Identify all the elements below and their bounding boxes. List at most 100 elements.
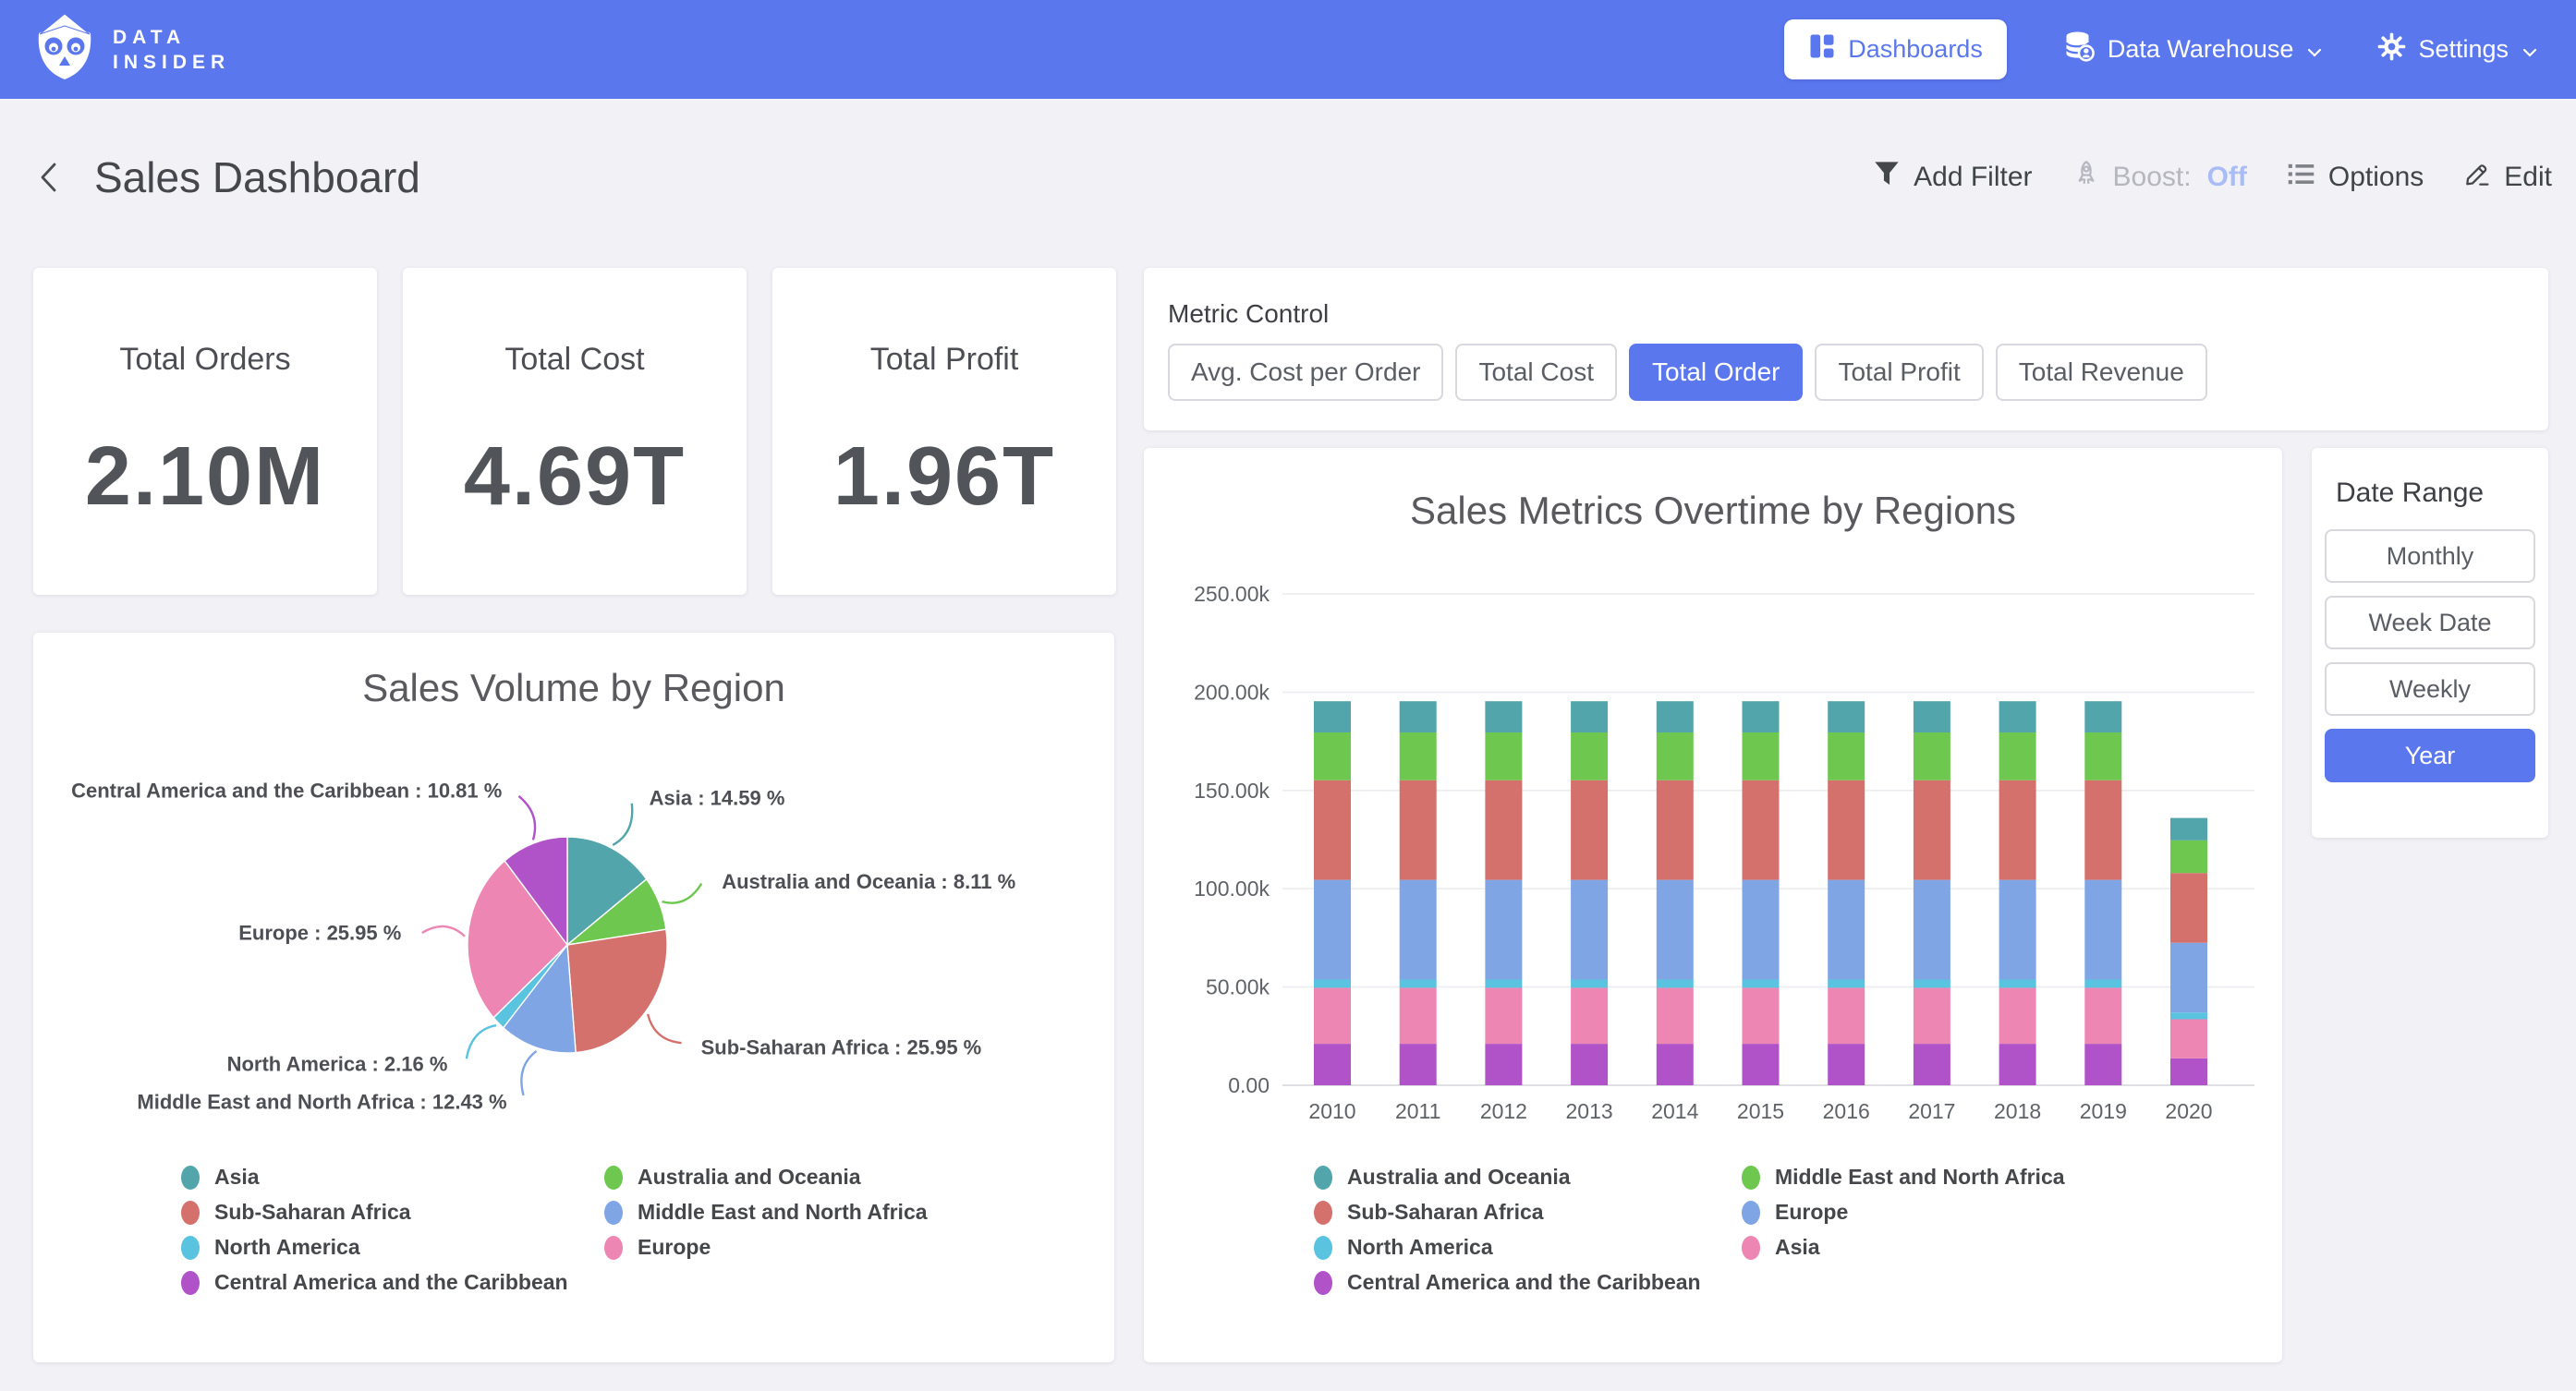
pie-legend-north-america[interactable]: North America [181, 1237, 604, 1258]
metric-option-total-revenue[interactable]: Total Revenue [1996, 344, 2207, 401]
y-axis-tick-label: 100.00k [1194, 877, 1270, 901]
kpi-label: Total Profit [772, 342, 1116, 378]
bar-legend-north-america[interactable]: North America [1314, 1237, 1742, 1258]
bar-2016-europe [1828, 880, 1865, 980]
bar-legend-central-america-and-the-caribbean[interactable]: Central America and the Caribbean [1314, 1272, 1742, 1293]
add-filter-button[interactable]: Add Filter [1872, 159, 2032, 196]
options-button[interactable]: Options [2286, 159, 2424, 197]
pie-legend-australia-and-oceania[interactable]: Australia and Oceania [604, 1167, 928, 1188]
bar-2020-australia-and-oceania [2170, 818, 2207, 841]
bar-2013-australia-and-oceania [1571, 701, 1608, 732]
legend-label: Asia [1775, 1235, 1820, 1260]
date-range-option-week-date[interactable]: Week Date [2325, 596, 2535, 649]
bar-2017-australia-and-oceania [1914, 701, 1950, 732]
kpi-value: 2.10M [33, 429, 377, 525]
date-range-option-monthly[interactable]: Monthly [2325, 529, 2535, 583]
bar-2015-asia [1743, 987, 1780, 1044]
rocket-icon [2072, 159, 2101, 196]
page: DATA INSIDER Dashboards [0, 0, 2576, 1391]
pie-slice-label: Sub-Saharan Africa : 25.95 % [701, 1036, 982, 1059]
bar-2016-australia-and-oceania [1828, 701, 1865, 732]
kpi-label: Total Orders [33, 342, 377, 378]
app-logo[interactable]: DATA INSIDER [33, 12, 230, 87]
bar-2017-central-america-and-the-caribbean [1914, 1044, 1950, 1085]
date-range-buttons: Monthly Week Date Weekly Year [2325, 529, 2535, 782]
bar-2013-asia [1571, 987, 1608, 1044]
legend-label: Sub-Saharan Africa [1347, 1200, 1544, 1225]
bar-2015-north-america [1743, 980, 1780, 988]
bar-2018-australia-and-oceania [1999, 701, 2036, 732]
kpi-card-total-orders: Total Orders 2.10M [33, 268, 377, 595]
pie-legend-sub-saharan-africa[interactable]: Sub-Saharan Africa [181, 1202, 604, 1223]
pie-legend-asia[interactable]: Asia [181, 1167, 604, 1188]
toolbar-actions: Add Filter Boost: Off [1872, 159, 2552, 197]
dashboard-icon [1808, 32, 1836, 67]
bar-legend-middle-east-and-north-africa[interactable]: Middle East and North Africa [1742, 1167, 2065, 1188]
pie-chart-title: Sales Volume by Region [33, 666, 1114, 710]
pie-label-leader-line [422, 926, 465, 937]
filter-icon [1872, 159, 1902, 196]
nav-data-warehouse[interactable]: Data Warehouse [2062, 30, 2323, 69]
bar-2017-sub-saharan-africa [1914, 780, 1950, 880]
back-button[interactable] [37, 157, 68, 198]
bar-legend-europe[interactable]: Europe [1742, 1202, 2065, 1223]
pie-chart-card: Sales Volume by Region Asia : 14.59 %Aus… [33, 633, 1114, 1362]
bar-2013-central-america-and-the-caribbean [1571, 1044, 1608, 1085]
nav-settings[interactable]: Settings [2377, 32, 2537, 67]
chevron-down-icon [2522, 35, 2537, 64]
metric-option-avg-cost-per-order[interactable]: Avg. Cost per Order [1168, 344, 1443, 401]
pie-slice-label: Australia and Oceania : 8.11 % [722, 870, 1015, 893]
bar-2019-asia [2084, 987, 2121, 1044]
kpi-value: 4.69T [403, 429, 747, 525]
bar-2019-sub-saharan-africa [2084, 780, 2121, 880]
bar-2010-australia-and-oceania [1314, 701, 1351, 732]
pie-legend-middle-east-and-north-africa[interactable]: Middle East and North Africa [604, 1202, 928, 1223]
metric-control-title: Metric Control [1168, 299, 2524, 329]
bar-2014-asia [1657, 987, 1694, 1044]
page-toolbar: Sales Dashboard Add Filter [0, 99, 2576, 256]
bar-2012-australia-and-oceania [1485, 701, 1522, 732]
x-axis-tick-label: 2011 [1395, 1099, 1440, 1123]
legend-label: Europe [1775, 1200, 1848, 1225]
legend-label: Central America and the Caribbean [214, 1270, 568, 1295]
bar-2016-north-america [1828, 980, 1865, 988]
pie-slice-label: Central America and the Caribbean : 10.8… [71, 779, 502, 802]
x-axis-tick-label: 2019 [2080, 1099, 2127, 1123]
bar-2014-north-america [1657, 980, 1694, 988]
x-axis-tick-label: 2020 [2165, 1099, 2212, 1123]
bar-2012-sub-saharan-africa [1485, 780, 1522, 880]
metric-option-total-profit[interactable]: Total Profit [1815, 344, 1983, 401]
pie-legend-central-america-and-the-caribbean[interactable]: Central America and the Caribbean [181, 1272, 604, 1293]
bar-2013-europe [1571, 880, 1608, 980]
pie-legend-europe[interactable]: Europe [604, 1237, 928, 1258]
metric-option-total-order[interactable]: Total Order [1629, 344, 1804, 401]
bar-chart-title: Sales Metrics Overtime by Regions [1144, 489, 2282, 533]
bar-chart-legend: Australia and Oceania Sub-Saharan Africa N… [1314, 1167, 2065, 1293]
bar-2015-central-america-and-the-caribbean [1743, 1044, 1780, 1085]
bar-legend-australia-and-oceania[interactable]: Australia and Oceania [1314, 1167, 1742, 1188]
x-axis-tick-label: 2016 [1823, 1099, 1870, 1123]
pie-label-leader-line [662, 884, 701, 903]
boost-toggle[interactable]: Boost: Off [2072, 159, 2247, 196]
bar-2019-central-america-and-the-caribbean [2084, 1044, 2121, 1085]
bar-legend-sub-saharan-africa[interactable]: Sub-Saharan Africa [1314, 1202, 1742, 1223]
bar-2010-asia [1314, 987, 1351, 1044]
date-range-option-year[interactable]: Year [2325, 729, 2535, 782]
bar-2015-middle-east-and-north-africa [1743, 732, 1780, 780]
y-axis-tick-label: 0.00 [1228, 1073, 1270, 1097]
bar-2015-australia-and-oceania [1743, 701, 1780, 732]
y-axis-tick-label: 200.00k [1194, 680, 1270, 704]
bar-legend-asia[interactable]: Asia [1742, 1237, 2065, 1258]
nav-dashboards[interactable]: Dashboards [1784, 19, 2007, 79]
edit-button[interactable]: Edit [2462, 159, 2552, 196]
database-icon [2062, 30, 2096, 69]
kpi-card-total-cost: Total Cost 4.69T [403, 268, 747, 595]
y-axis-tick-label: 150.00k [1194, 779, 1270, 803]
bar-2018-middle-east-and-north-africa [1999, 732, 2036, 780]
bar-2017-europe [1914, 880, 1950, 980]
bar-2011-central-america-and-the-caribbean [1400, 1044, 1437, 1085]
date-range-option-weekly[interactable]: Weekly [2325, 662, 2535, 716]
kpi-value: 1.96T [772, 429, 1116, 525]
metric-option-total-cost[interactable]: Total Cost [1455, 344, 1617, 401]
bar-2020-north-america [2170, 1012, 2207, 1019]
